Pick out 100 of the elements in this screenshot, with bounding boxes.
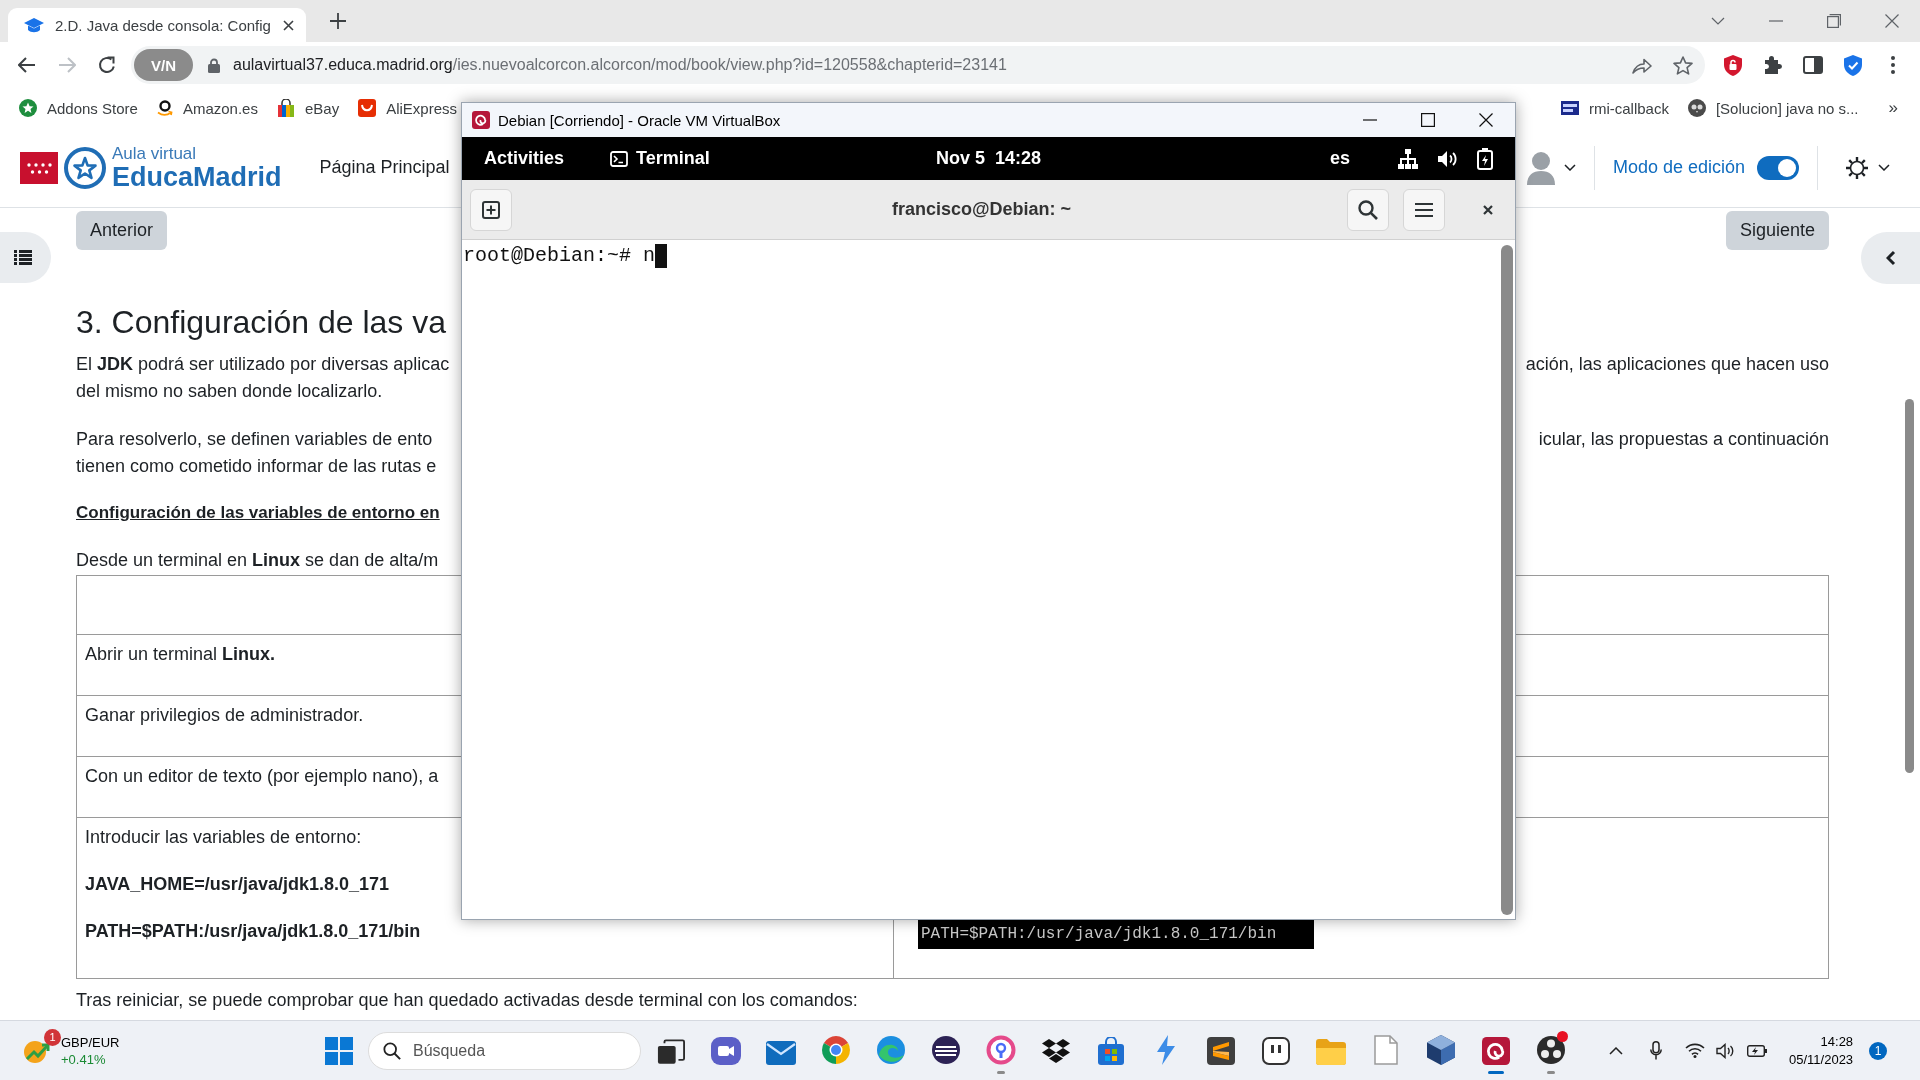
- window-title: Debian [Corriendo] - Oracle VM VirtualBox: [498, 111, 781, 129]
- ring-icon[interactable]: [985, 1034, 1016, 1065]
- puzzle-icon[interactable]: [1763, 55, 1783, 75]
- bookmark[interactable]: Amazon.es: [156, 99, 258, 117]
- diamonds-icon[interactable]: [1040, 1038, 1071, 1065]
- close-tab-icon[interactable]: [283, 19, 294, 31]
- mail-icon[interactable]: [765, 1040, 796, 1065]
- code-block: PATH=$PATH:/usr/java/jdk1.8.0_171/bin: [918, 920, 1314, 949]
- caret-down-icon[interactable]: [1563, 164, 1576, 171]
- terminal-icon: [610, 150, 629, 167]
- edit-mode-toggle[interactable]: [1757, 155, 1799, 180]
- brand-subtitle: Aula virtual: [112, 144, 198, 163]
- cube-icon[interactable]: [1426, 1034, 1455, 1065]
- speaker-icon[interactable]: [1716, 1042, 1735, 1059]
- volume-icon[interactable]: [1438, 149, 1457, 168]
- smile-tile-icon: [358, 99, 377, 117]
- wifi-icon[interactable]: [1685, 1043, 1705, 1058]
- app-menu[interactable]: Terminal: [610, 148, 710, 169]
- swirl-tile-icon: [472, 111, 490, 129]
- subheading: Configuración de las variables de entorno en: [76, 502, 440, 524]
- command-text: JAVA_HOME=/usr/java/jdk1.8.0_171: [85, 874, 389, 894]
- step-text: Abrir un terminal Linux.: [85, 644, 276, 664]
- bookmark[interactable]: rmi-callback: [1560, 99, 1669, 117]
- browser-tab[interactable]: 2.D. Java desde consola: Config: [8, 8, 306, 42]
- more-menu-icon[interactable]: [1891, 56, 1895, 74]
- keyboard-layout[interactable]: es: [1329, 148, 1350, 169]
- scrollbar[interactable]: [1905, 399, 1914, 773]
- maximize-icon[interactable]: [1421, 113, 1435, 127]
- step-text: Ganar privilegios de administrador.: [85, 705, 364, 725]
- battery-icon[interactable]: [1747, 1044, 1767, 1057]
- video-chat-icon[interactable]: [710, 1036, 741, 1065]
- task-view-icon[interactable]: [656, 1038, 685, 1065]
- battery-icon[interactable]: [1477, 147, 1493, 170]
- side-panel-icon[interactable]: [1803, 56, 1823, 74]
- previous-button[interactable]: Anterior: [76, 211, 168, 250]
- paragraph-text: tienen como cometido informar de las rutas e: [76, 455, 437, 478]
- paragraph-text: El JDK podrá ser utilizado por diversas aplicac: [76, 353, 450, 376]
- intro-text: Desde un terminal en Linux se dan de alta/m: [76, 549, 439, 572]
- star-circle-icon: [64, 146, 106, 189]
- url-text[interactable]: aulavirtual37.educa.madrid.org/ies.nuevoalcorcon.alcorcon/mod/book/view.php?id=120558&chapterid=23141: [233, 56, 1007, 74]
- flag-icon: [20, 151, 58, 184]
- paragraph-text: Tras reiniciar, se puede comprobar que han quedado activadas desde terminal con los comandos:: [76, 989, 858, 1012]
- start-menu-icon[interactable]: [325, 1036, 353, 1065]
- new-tab-icon[interactable]: [330, 13, 346, 29]
- price-change: +0.41%: [61, 1050, 107, 1068]
- close-icon[interactable]: [1479, 113, 1493, 127]
- search-button[interactable]: [1347, 188, 1389, 231]
- bookmark[interactable]: [Solucion] java no s...: [1687, 99, 1859, 117]
- bookmark[interactable]: Addons Store: [19, 99, 138, 117]
- bookmark[interactable]: eBay: [276, 99, 340, 117]
- search-icon: [383, 1041, 401, 1060]
- tricolor-circle-icon[interactable]: [820, 1034, 851, 1065]
- share-icon[interactable]: [1632, 56, 1652, 74]
- clock-date[interactable]: 05/11/2023: [1789, 1050, 1854, 1069]
- face-tile-icon[interactable]: [1261, 1036, 1290, 1065]
- next-button[interactable]: Siguiente: [1725, 211, 1829, 250]
- drawer-toggle[interactable]: [1861, 232, 1920, 284]
- edit-mode-label: Modo de edición: [1612, 157, 1745, 178]
- menu-button[interactable]: [1403, 188, 1445, 231]
- new-tab-button[interactable]: [470, 188, 512, 231]
- wave-circle-icon[interactable]: [875, 1034, 906, 1065]
- scrollbar[interactable]: [1501, 245, 1513, 915]
- lightning-icon[interactable]: [1155, 1034, 1176, 1065]
- chevron-up-icon[interactable]: [1609, 1046, 1623, 1055]
- search-field[interactable]: Búsqueda: [368, 1031, 641, 1070]
- bookmark[interactable]: AliExpress: [358, 99, 457, 117]
- close-icon[interactable]: [1483, 204, 1493, 215]
- network-icon[interactable]: [1398, 148, 1418, 169]
- nav-link[interactable]: Página Principal: [319, 157, 450, 178]
- swirl-tile-icon[interactable]: [1481, 1036, 1510, 1065]
- clock[interactable]: Nov 5 14:28: [935, 148, 1042, 169]
- settings-icon[interactable]: [1845, 155, 1869, 180]
- microphone-icon[interactable]: [1650, 1041, 1662, 1060]
- paragraph-text: ación, las aplicaciones que hacen uso: [1525, 353, 1829, 376]
- list-icon: [13, 250, 32, 265]
- widget-title[interactable]: GBP/EUR: [61, 1033, 120, 1051]
- shield-check-icon[interactable]: [1844, 54, 1862, 76]
- activities-button[interactable]: Activities: [484, 148, 565, 169]
- shield-lock-icon[interactable]: [1724, 54, 1742, 76]
- step-text: Con un editor de texto (por ejemplo nano), a: [85, 766, 439, 786]
- sidebar-toggle[interactable]: [0, 232, 51, 283]
- three-dot-circle-icon[interactable]: [1535, 1034, 1566, 1065]
- striped-circle-icon[interactable]: [930, 1034, 961, 1065]
- back-arrow-icon[interactable]: [18, 57, 36, 73]
- star-icon[interactable]: [1673, 55, 1693, 75]
- caret-down-icon[interactable]: [1878, 164, 1890, 171]
- shopping-bag-icon[interactable]: [1096, 1036, 1125, 1065]
- avatar-icon[interactable]: [1526, 150, 1555, 185]
- clock-time[interactable]: 14:28: [1820, 1032, 1854, 1051]
- striped-tile-icon[interactable]: [1206, 1036, 1235, 1065]
- address-bar[interactable]: V/N aulavirtual37.educa.madrid.org/ies.nuevoalcorcon.alcorcon/mod/book/view.php?id=120558&chapterid=23141: [131, 46, 1705, 84]
- section-heading: 3. Configuración de las va: [76, 303, 446, 342]
- restore-icon[interactable]: [1827, 14, 1841, 28]
- notification-count[interactable]: 1: [1869, 1041, 1888, 1060]
- menu-icon: [1415, 202, 1433, 217]
- text-cursor-icon: [655, 244, 668, 268]
- lock-icon[interactable]: [208, 57, 220, 73]
- reload-icon[interactable]: [98, 56, 116, 74]
- more-bookmarks-button[interactable]: »: [1888, 98, 1898, 118]
- terminal-area[interactable]: root@Debian:~# n: [462, 240, 1515, 919]
